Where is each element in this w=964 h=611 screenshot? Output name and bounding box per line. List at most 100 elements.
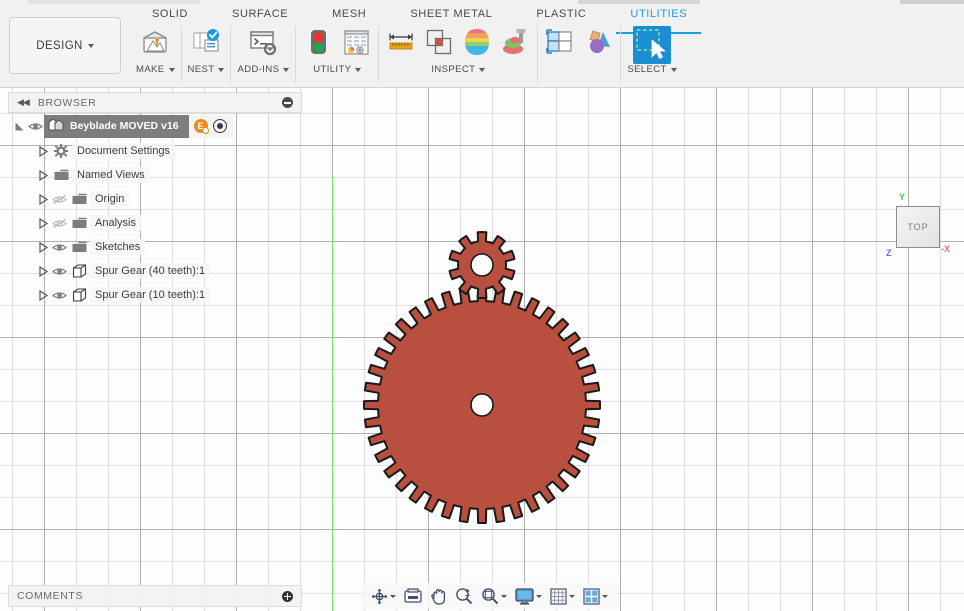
select-arrow-icon[interactable] (633, 26, 671, 64)
expand-triangle-icon[interactable] (36, 264, 50, 278)
collapse-left-icon[interactable]: ◀◀ (17, 97, 29, 108)
ribbon-commands: MAKE NEST ADD-INS UTILITY INSPECT SELECT (130, 26, 683, 84)
orbit-icon[interactable] (371, 588, 388, 605)
eye-visible-icon[interactable] (50, 266, 68, 277)
ribbon-group-nest: NEST (182, 26, 232, 82)
expand-triangle-icon[interactable] (36, 240, 50, 254)
component-color-cycle-icon[interactable] (544, 26, 576, 58)
eye-hidden-icon[interactable] (50, 194, 68, 205)
nav-display-settings[interactable] (512, 586, 545, 607)
browser-item-analysis[interactable]: Analysis (8, 211, 302, 235)
fit-view-icon[interactable] (404, 588, 422, 604)
browser-item-document-settings[interactable]: Document Settings (8, 139, 302, 163)
expand-triangle-icon[interactable] (36, 144, 50, 158)
nav-orbit[interactable] (368, 586, 399, 607)
eye-visible-icon[interactable] (26, 121, 44, 132)
gear-bore-hole[interactable] (471, 254, 493, 276)
browser-item-origin[interactable]: Origin (8, 187, 302, 211)
chevron-down-icon (671, 68, 677, 72)
component-icon (48, 118, 64, 135)
badge-e-icon[interactable]: E (194, 119, 208, 133)
browser-root-pill[interactable]: Beyblade MOVED v16 (44, 115, 189, 138)
ribbon-group-misc (538, 26, 621, 82)
display-settings-icon[interactable] (515, 588, 534, 605)
pan-hand-icon[interactable] (430, 587, 447, 605)
expand-triangle-icon[interactable] (36, 192, 50, 206)
ribbon-group-label-nest[interactable]: NEST (188, 64, 225, 75)
report-table-icon[interactable] (340, 26, 372, 58)
viewports-icon[interactable] (583, 588, 600, 605)
traffic-light-icon[interactable] (302, 26, 334, 58)
nav-zoom-in-out[interactable] (452, 585, 476, 607)
browser-item-sketches[interactable]: Sketches (8, 235, 302, 259)
nav-fit-view[interactable] (401, 586, 425, 606)
chevron-down-icon[interactable] (569, 595, 575, 598)
ribbon-group-inspect: INSPECT (379, 26, 538, 82)
comments-bar[interactable]: COMMENTS (8, 585, 302, 607)
ribbon-group-make: MAKE (130, 26, 182, 82)
workspace-switcher-button[interactable]: DESIGN (9, 17, 121, 74)
curvature-comb-icon[interactable] (499, 26, 531, 58)
browser-header[interactable]: ◀◀ BROWSER (8, 92, 302, 113)
ribbon-group-label-inspect[interactable]: INSPECT (431, 64, 485, 75)
viewcube-axis-y: Y (899, 192, 905, 202)
navigation-bar (362, 583, 617, 609)
chevron-down-icon[interactable] (602, 595, 608, 598)
zoom-window-icon[interactable] (481, 587, 499, 605)
viewcube[interactable]: Y Z -X TOP (886, 192, 950, 256)
nest-arrange-icon[interactable] (190, 26, 222, 58)
browser-item-label: Sketches (90, 239, 145, 255)
3d-print-icon[interactable] (139, 26, 171, 58)
ribbon-group-label-text: NEST (188, 64, 215, 75)
section-analysis-icon[interactable] (461, 26, 493, 58)
nav-grid-snap[interactable] (547, 586, 578, 607)
interference-icon[interactable] (423, 26, 455, 58)
chevron-down-icon (218, 68, 224, 72)
chevron-down-icon[interactable] (501, 595, 507, 598)
nav-zoom-window[interactable] (478, 585, 510, 607)
ribbon-group-label-text: ADD-INS (237, 64, 279, 75)
chevron-down-icon[interactable] (390, 595, 396, 598)
workspace-switcher-label: DESIGN (36, 40, 83, 52)
browser-item-spur-gear-40-teeth-1[interactable]: Spur Gear (40 teeth):1 (8, 259, 302, 283)
eye-hidden-icon[interactable] (50, 218, 68, 229)
ribbon-group-label-utility[interactable]: UTILITY (313, 64, 361, 75)
browser-root-row[interactable]: Beyblade MOVED v16 E (8, 113, 302, 139)
browser-item-label: Analysis (90, 215, 141, 231)
browser-item-named-views[interactable]: Named Views (8, 163, 302, 187)
browser-item-spur-gear-10-teeth-1[interactable]: Spur Gear (10 teeth):1 (8, 283, 302, 307)
chevron-down-icon[interactable] (536, 595, 542, 598)
script-addin-icon[interactable] (247, 26, 279, 58)
browser-panel: ◀◀ BROWSER Beyblade MOVED v16 E Document S… (8, 92, 302, 307)
ribbon-group-label-select[interactable]: SELECT (627, 64, 676, 75)
plus-circle-icon[interactable] (282, 591, 293, 602)
nav-viewports[interactable] (580, 586, 611, 607)
ribbon-group-label-make[interactable]: MAKE (136, 64, 175, 75)
viewcube-face-top[interactable]: TOP (896, 206, 940, 248)
browser-title: BROWSER (38, 97, 96, 109)
gear-40-teeth[interactable] (364, 287, 600, 523)
ribbon-group-label-add-ins[interactable]: ADD-INS (237, 64, 289, 75)
chevron-down-icon (88, 44, 94, 48)
gear-bore-hole[interactable] (471, 394, 493, 416)
gear-10-teeth[interactable] (450, 232, 515, 298)
eye-visible-icon[interactable] (50, 242, 68, 253)
shape-mix-icon[interactable] (582, 26, 614, 58)
expand-triangle-icon[interactable] (36, 288, 50, 302)
zoom-in-out-icon[interactable] (455, 587, 473, 605)
expand-triangle-icon[interactable] (12, 119, 26, 133)
expand-triangle-icon[interactable] (36, 168, 50, 182)
expand-triangle-icon[interactable] (36, 216, 50, 230)
ribbon-group-label-text: MAKE (136, 64, 165, 75)
eye-visible-icon[interactable] (50, 290, 68, 301)
body-icon (68, 288, 90, 302)
minus-circle-icon[interactable] (282, 97, 293, 108)
folder-icon (68, 241, 90, 253)
measure-ruler-icon[interactable] (385, 26, 417, 58)
body-icon (68, 264, 90, 278)
viewcube-axis-z: Z (886, 248, 892, 258)
grid-snap-icon[interactable] (550, 588, 567, 605)
target-dot-icon[interactable] (213, 119, 227, 133)
chevron-down-icon (169, 68, 175, 72)
nav-pan-hand[interactable] (427, 585, 450, 607)
